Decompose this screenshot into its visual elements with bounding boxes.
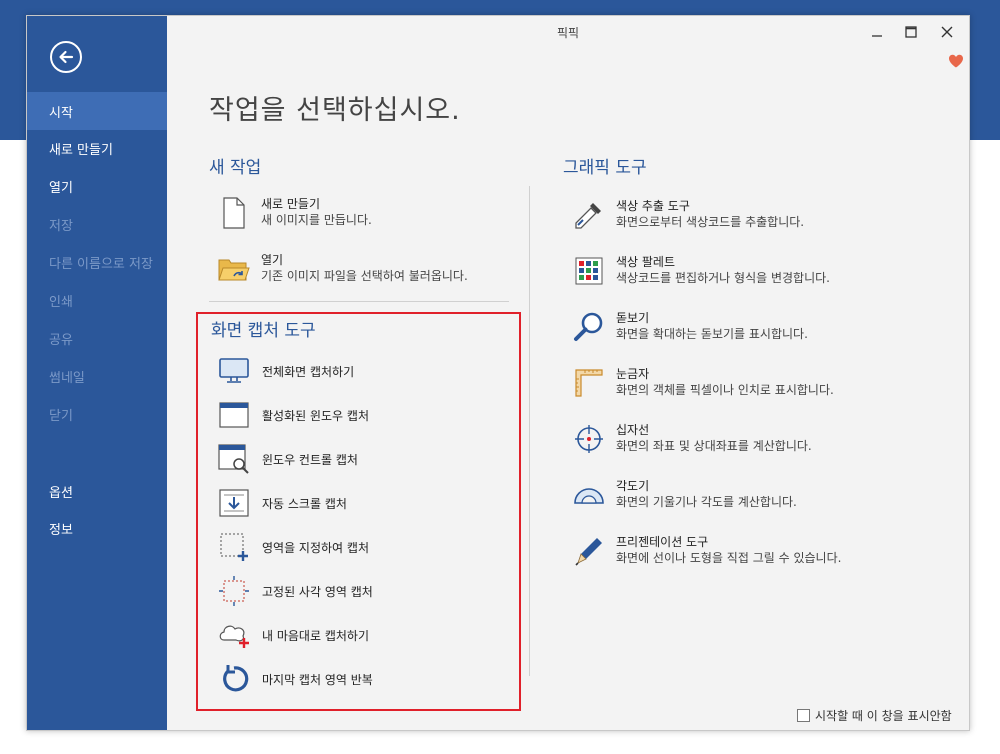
capture-auto-scroll[interactable]: 자동 스크롤 캡처 [217, 486, 347, 520]
capture-region[interactable]: 영역을 지정하여 캡처 [217, 530, 369, 564]
eyedropper-title: 색상 추출 도구 [616, 199, 690, 213]
sidebar-item-open[interactable]: 열기 [27, 167, 167, 205]
sidebar-item-start[interactable]: 시작 [27, 92, 167, 130]
new-image-desc: 새 이미지를 만듭니다. [261, 213, 372, 227]
capture-window-control-label: 윈도우 컨트롤 캡처 [262, 452, 358, 467]
ruler-title: 눈금자 [616, 367, 650, 381]
capture-window-control[interactable]: 윈도우 컨트롤 캡처 [217, 442, 358, 476]
repeat-capture-icon [223, 665, 249, 692]
color-palette-desc: 색상코드를 편집하거나 형식을 변경합니다. [616, 271, 830, 285]
maximize-button[interactable] [893, 20, 929, 44]
magnifier-desc: 화면을 확대하는 돋보기를 표시합니다. [616, 327, 808, 341]
capture-repeat-last-label: 마지막 캡처 영역 반복 [262, 672, 373, 687]
capture-auto-scroll-label: 자동 스크롤 캡처 [262, 496, 347, 511]
capture-fixed-region-label: 고정된 사각 영역 캡처 [262, 584, 373, 599]
new-image-title: 새로 만들기 [261, 197, 321, 211]
crosshair-title: 십자선 [616, 423, 650, 437]
heart-icon [949, 54, 963, 68]
ruler-icon [575, 369, 603, 397]
page-title: 작업을 선택하십시오. [209, 95, 461, 126]
minimize-icon [872, 35, 882, 37]
capture-active-window-label: 활성화된 윈도우 캡처 [262, 408, 369, 423]
color-palette-icon [575, 257, 603, 285]
eyedropper-desc: 화면으로부터 색상코드를 추출합니다. [616, 215, 805, 229]
magnifier-title: 돋보기 [616, 311, 650, 325]
crosshair-desc: 화면의 좌표 및 상대좌표를 계산합니다. [616, 439, 812, 453]
maximize-icon [905, 26, 917, 38]
capture-title: 화면 캡처 도구 [211, 321, 316, 341]
checkbox-box[interactable] [797, 709, 810, 722]
monitor-icon [219, 358, 249, 383]
freehand-capture-icon [219, 625, 249, 648]
minimize-button[interactable] [859, 20, 895, 44]
graphics-crosshair[interactable]: 십자선 화면의 좌표 및 상대좌표를 계산합니다. [572, 422, 812, 456]
region-select-icon [220, 533, 248, 561]
open-image-item[interactable]: 열기 기존 이미지 파일을 선택하여 불러옵니다. [217, 252, 468, 286]
app-window: 시작 새로 만들기 열기 저장 다른 이름으로 저장 인쇄 공유 썸네일 닫기 … [26, 15, 970, 731]
capture-fixed-region[interactable]: 고정된 사각 영역 캡처 [217, 574, 373, 608]
sidebar-item-options[interactable]: 옵션 [27, 472, 167, 510]
close-button[interactable] [929, 20, 965, 44]
color-palette-title: 색상 팔레트 [616, 255, 676, 269]
graphics-ruler[interactable]: 눈금자 화면의 객체를 픽셀이나 인치로 표시합니다. [572, 366, 834, 400]
capture-freehand[interactable]: 내 마음대로 캡처하기 [217, 618, 369, 652]
graphics-presentation[interactable]: 프리젠테이션 도구 화면에 선이나 도형을 직접 그릴 수 있습니다. [572, 534, 841, 568]
scroll-capture-icon [219, 489, 249, 517]
fixed-region-icon [219, 576, 249, 606]
sidebar-item-print: 인쇄 [49, 294, 73, 310]
capture-fullscreen[interactable]: 전체화면 캡처하기 [217, 354, 354, 388]
sidebar-item-close: 닫기 [49, 408, 73, 424]
sidebar: 시작 새로 만들기 열기 저장 다른 이름으로 저장 인쇄 공유 썸네일 닫기 … [27, 16, 167, 730]
protractor-icon [574, 488, 604, 504]
arrow-left-icon [59, 50, 74, 64]
active-window-icon [219, 402, 249, 428]
capture-repeat-last[interactable]: 마지막 캡처 영역 반복 [217, 662, 373, 696]
open-folder-icon [218, 259, 250, 281]
sidebar-item-new[interactable]: 새로 만들기 [27, 129, 167, 167]
graphics-protractor[interactable]: 각도기 화면의 기울기나 각도를 계산합니다. [572, 478, 797, 512]
graphics-eyedropper[interactable]: 색상 추출 도구 화면으로부터 색상코드를 추출합니다. [572, 198, 804, 232]
hide-on-start-label: 시작할 때 이 창을 표시안함 [815, 709, 952, 723]
sidebar-item-save-as: 다른 이름으로 저장 [49, 256, 153, 272]
ruler-desc: 화면의 객체를 픽셀이나 인치로 표시합니다. [616, 383, 834, 397]
capture-freehand-label: 내 마음대로 캡처하기 [262, 628, 369, 643]
open-image-desc: 기존 이미지 파일을 선택하여 불러옵니다. [261, 269, 468, 283]
window-title: 픽픽 [556, 26, 580, 40]
protractor-title: 각도기 [616, 479, 650, 493]
back-button[interactable] [50, 41, 82, 73]
eyedropper-icon [575, 203, 601, 229]
hide-on-start-checkbox[interactable]: 시작할 때 이 창을 표시안함 [797, 707, 952, 724]
graphics-magnifier[interactable]: 돋보기 화면을 확대하는 돋보기를 표시합니다. [572, 310, 808, 344]
graphics-color-palette[interactable]: 색상 팔레트 색상코드를 편집하거나 형식을 변경합니다. [572, 254, 830, 288]
sidebar-item-info[interactable]: 정보 [27, 509, 167, 547]
new-image-item[interactable]: 새로 만들기 새 이미지를 만듭니다. [217, 196, 372, 230]
magnifier-icon [574, 312, 603, 341]
pen-icon [575, 538, 602, 566]
capture-region-label: 영역을 지정하여 캡처 [262, 540, 369, 555]
open-image-title: 열기 [261, 253, 284, 267]
sidebar-item-save: 저장 [49, 218, 73, 234]
close-icon [941, 26, 953, 38]
protractor-desc: 화면의 기울기나 각도를 계산합니다. [616, 495, 797, 509]
graphics-title: 그래픽 도구 [563, 158, 647, 178]
new-task-title: 새 작업 [209, 158, 262, 178]
crosshair-icon [575, 425, 603, 453]
new-document-icon [223, 197, 245, 229]
presentation-desc: 화면에 선이나 도형을 직접 그릴 수 있습니다. [616, 551, 842, 565]
capture-fullscreen-label: 전체화면 캡처하기 [262, 364, 355, 379]
presentation-title: 프리젠테이션 도구 [616, 535, 709, 549]
heart-button[interactable] [948, 53, 964, 72]
capture-active-window[interactable]: 활성화된 윈도우 캡처 [217, 398, 369, 432]
column-separator [529, 186, 530, 676]
separator [209, 301, 509, 302]
sidebar-item-share: 공유 [49, 332, 73, 348]
window-control-icon [218, 444, 249, 474]
sidebar-item-thumbnail: 썸네일 [49, 370, 85, 386]
